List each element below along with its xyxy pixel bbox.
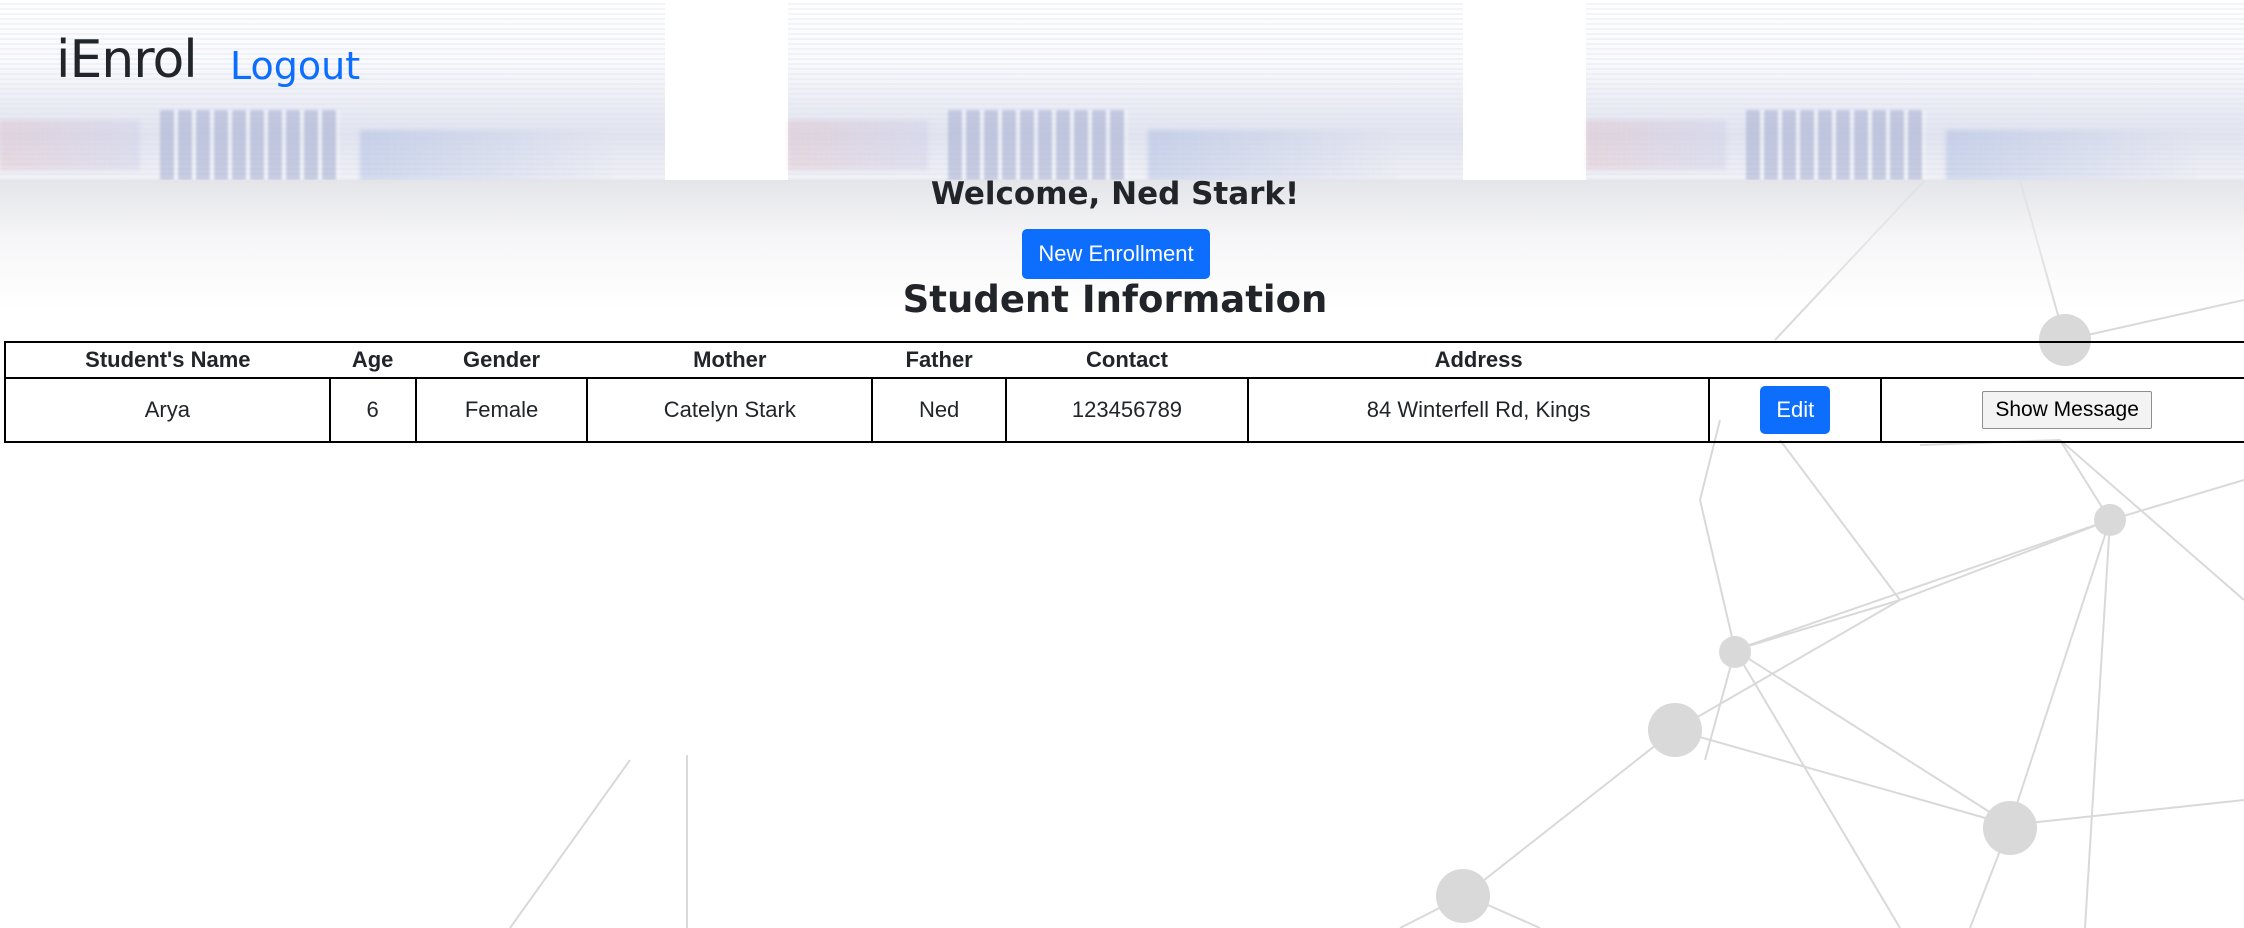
logout-link[interactable]: Logout (230, 44, 360, 88)
cell-edit: Edit (1708, 377, 1883, 443)
banner-image (1586, 0, 2244, 180)
brand-logo: iEnrol (56, 30, 198, 90)
banner-image (788, 0, 1463, 180)
cell-age: 6 (328, 377, 417, 443)
banner-image (0, 0, 665, 180)
cell-show-message: Show Message (1880, 377, 2244, 443)
welcome-heading: Welcome, Ned Stark! (930, 176, 1300, 212)
student-table: Student's Name Age Gender Mother Father … (4, 341, 2244, 443)
column-header-gender: Gender (415, 341, 588, 379)
edit-button[interactable]: Edit (1760, 386, 1831, 434)
column-header-father: Father (872, 341, 1007, 379)
cell-mother: Catelyn Stark (586, 377, 874, 443)
table-row: Arya 6 Female Catelyn Stark Ned 12345678… (4, 377, 2244, 443)
column-header-name: Student's Name (4, 341, 330, 379)
column-header-edit (1709, 341, 1882, 379)
cell-student-name: Arya (4, 377, 331, 443)
table-header-row: Student's Name Age Gender Mother Father … (4, 341, 2244, 379)
column-header-contact: Contact (1006, 341, 1248, 379)
cell-gender: Female (414, 377, 589, 443)
column-header-mother: Mother (587, 341, 873, 379)
cell-address: 84 Winterfell Rd, Kings (1246, 377, 1711, 443)
new-enrollment-button[interactable]: New Enrollment (1022, 229, 1210, 279)
cell-contact: 123456789 (1005, 377, 1249, 443)
column-header-age: Age (329, 341, 416, 379)
column-header-message (1881, 341, 2244, 379)
header-banner (0, 0, 2244, 180)
student-information-title: Student Information (902, 278, 1328, 321)
page: iEnrol Logout Welcome, Ned Stark! New En… (0, 0, 2244, 928)
cell-father: Ned (871, 377, 1008, 443)
column-header-address: Address (1247, 341, 1710, 379)
show-message-button[interactable]: Show Message (1982, 391, 2153, 429)
